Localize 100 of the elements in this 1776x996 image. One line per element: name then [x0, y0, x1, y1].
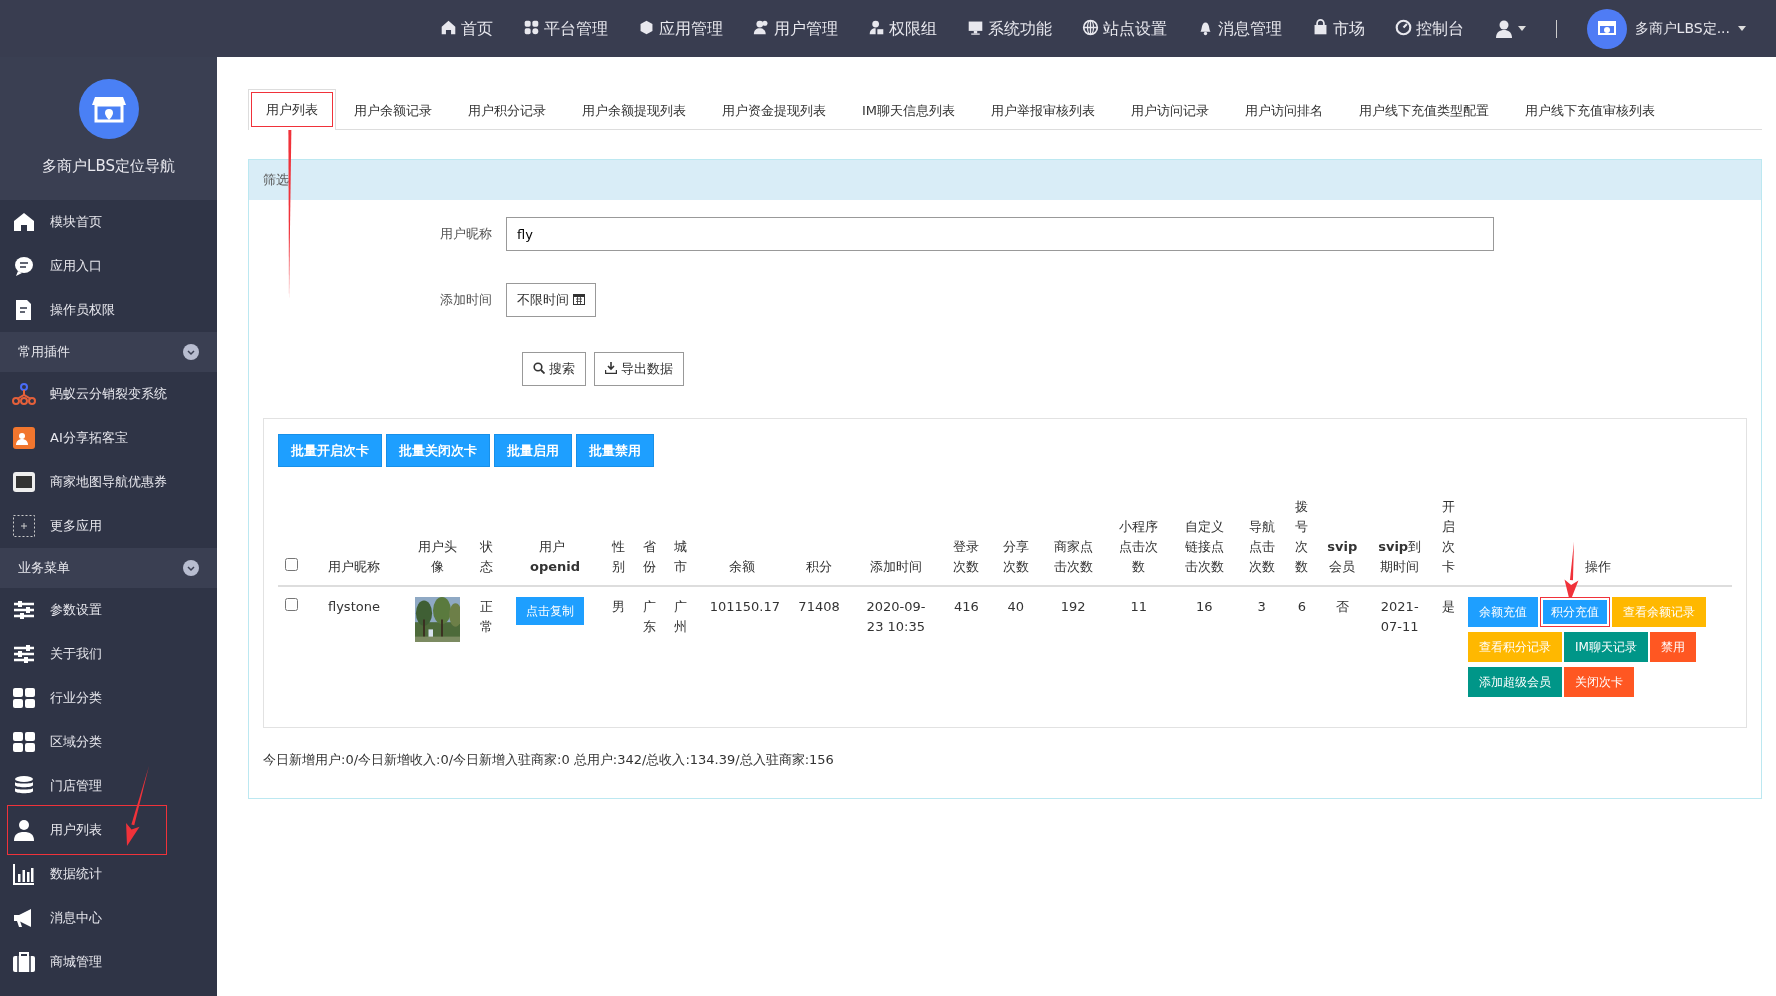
- network-icon: [12, 382, 36, 406]
- field-label: 用户昵称: [439, 225, 493, 244]
- tab[interactable]: 用户线下充值类型配置: [1341, 89, 1508, 130]
- table-cell-text: 40: [1007, 598, 1024, 616]
- action-button[interactable]: 添加超级会员: [1468, 667, 1562, 697]
- table-cell-text: 11: [1130, 598, 1147, 616]
- tab[interactable]: 用户访问记录: [1113, 89, 1228, 130]
- home-icon: [12, 210, 36, 234]
- action-button[interactable]: IM聊天记录: [1564, 632, 1648, 662]
- brand-title: 多商户LBS定位导航: [42, 156, 175, 178]
- table-cell-text: 71408: [798, 598, 840, 616]
- table-cell-text: 16: [1196, 598, 1213, 616]
- nav-link-item[interactable]: 应用管理: [637, 16, 723, 41]
- nav-link-item[interactable]: 消息管理: [1196, 16, 1282, 41]
- sliders-icon: [12, 642, 36, 666]
- table-cell-text: 广东: [641, 598, 657, 636]
- briefcase-icon: [12, 950, 36, 974]
- export-button[interactable]: 导出数据: [594, 352, 685, 386]
- chevron-down-icon[interactable]: [183, 344, 199, 360]
- column-header: 登录次数: [952, 538, 981, 576]
- column-header: 商家点击次数: [1052, 538, 1094, 576]
- chevron-down-icon[interactable]: [183, 560, 199, 576]
- tab[interactable]: 用户余额记录: [336, 89, 450, 130]
- sidebar-item[interactable]: 行业分类: [0, 676, 217, 720]
- sidebar-item[interactable]: 商家地图导航优惠券: [0, 460, 217, 504]
- row-checkbox[interactable]: [284, 598, 298, 611]
- tab[interactable]: 用户资金提现列表: [704, 89, 844, 130]
- sidebar-item[interactable]: 操作员权限: [0, 288, 217, 332]
- column-header: 分享次数: [1001, 538, 1030, 576]
- column-header: 省份: [641, 538, 657, 576]
- sidebar-item[interactable]: 模块首页: [0, 200, 217, 244]
- tab[interactable]: 用户访问排名: [1227, 89, 1342, 130]
- table-cell-text: 否: [1335, 598, 1349, 616]
- stats-summary: 今日新增用户:0/今日新增收入:0/今日新增入驻商家:0 总用户:342/总收入:134.39/总入驻商家:156: [262, 751, 835, 769]
- column-header: svip到期时间: [1377, 538, 1422, 576]
- date-range-button[interactable]: 不限时间: [506, 283, 597, 317]
- column-header: 状态: [478, 538, 494, 576]
- column-header: 操作: [1585, 558, 1611, 576]
- sidebar-item[interactable]: AI分享拓客宝: [0, 416, 217, 460]
- grid-icon: [522, 18, 540, 36]
- user-icon: [12, 818, 36, 842]
- nav-link-item[interactable]: 市场: [1311, 16, 1365, 41]
- sidebar-item[interactable]: 商城管理: [0, 940, 217, 984]
- table-cell-text: 6: [1297, 598, 1307, 616]
- plus-box-icon: [12, 514, 36, 538]
- search-button[interactable]: 搜索: [522, 352, 587, 386]
- nav-link-item[interactable]: 用户管理: [752, 16, 838, 41]
- nav-link-item[interactable]: 平台管理: [522, 16, 608, 41]
- column-header: svip会员: [1326, 538, 1358, 576]
- gauge-icon: [1394, 18, 1412, 36]
- tab[interactable]: IM聊天信息列表: [844, 89, 974, 130]
- sidebar-item[interactable]: 数据统计: [0, 852, 217, 896]
- panel-title: 筛选: [263, 171, 289, 190]
- select-all-checkbox[interactable]: [284, 558, 298, 571]
- sidebar-item[interactable]: 更多应用: [0, 504, 217, 548]
- sidebar-item[interactable]: 蚂蚁云分销裂变系统: [0, 372, 217, 416]
- bar-chart-icon: [12, 862, 36, 886]
- nickname-field[interactable]: fly: [506, 217, 1494, 251]
- tab[interactable]: 用户线下充值审核列表: [1507, 89, 1674, 130]
- grid-icon: [12, 730, 36, 754]
- user-menu-button[interactable]: [1493, 18, 1526, 39]
- site-name-dropdown[interactable]: 多商户LBS定...: [1634, 18, 1746, 39]
- column-header: 性别: [610, 538, 626, 576]
- table-cell-text: 3: [1257, 598, 1266, 616]
- sidebar-item[interactable]: 消息中心: [0, 896, 217, 940]
- nav-link-item[interactable]: 权限组: [867, 16, 937, 41]
- table-cell-text: flystone: [327, 598, 381, 616]
- sidebar-item[interactable]: 参数设置: [0, 588, 217, 632]
- table-cell-text: 416: [954, 598, 979, 616]
- sidebar-item[interactable]: 用户列表: [10, 808, 164, 852]
- people-icon: [12, 426, 36, 450]
- calendar-icon: [573, 293, 586, 306]
- table-cell-text: 2021-07-11: [1379, 598, 1420, 636]
- sidebar-item[interactable]: 关于我们: [0, 632, 217, 676]
- users-icon: [752, 18, 770, 36]
- tab[interactable]: 用户举报审核列表: [973, 89, 1114, 130]
- table-cell-text: 正常: [478, 598, 494, 636]
- column-header: 用户昵称: [326, 558, 381, 576]
- tab[interactable]: 用户积分记录: [450, 89, 564, 130]
- nav-link-item[interactable]: 首页: [439, 16, 493, 41]
- sidebar-item[interactable]: 应用入口: [0, 244, 217, 288]
- sidebar-item[interactable]: 门店管理: [0, 764, 217, 808]
- sliders-icon: [12, 598, 36, 622]
- store-logo-icon: [1586, 8, 1627, 49]
- tab[interactable]: 用户余额提现列表: [564, 89, 704, 130]
- grid-icon: [12, 686, 36, 710]
- table-cell-text: 男: [611, 598, 625, 616]
- nav-link-item[interactable]: 站点设置: [1081, 16, 1167, 41]
- sidebar-item[interactable]: 区域分类: [0, 720, 217, 764]
- home-icon: [439, 18, 457, 36]
- nav-link-item[interactable]: 系统功能: [966, 16, 1052, 41]
- column-header: 拨号次数: [1294, 498, 1310, 576]
- column-header: 开启次卡: [1440, 498, 1456, 576]
- table-cell-text: 192: [1060, 598, 1086, 616]
- table-cell-text: 2020-09-23 10:35: [865, 598, 927, 636]
- tab[interactable]: 用户列表: [248, 89, 336, 130]
- column-header: 小程序点击次数: [1118, 518, 1160, 576]
- column-header: 添加时间: [869, 558, 922, 576]
- nav-link-item[interactable]: 控制台: [1394, 16, 1464, 41]
- column-header: 城市: [673, 538, 689, 576]
